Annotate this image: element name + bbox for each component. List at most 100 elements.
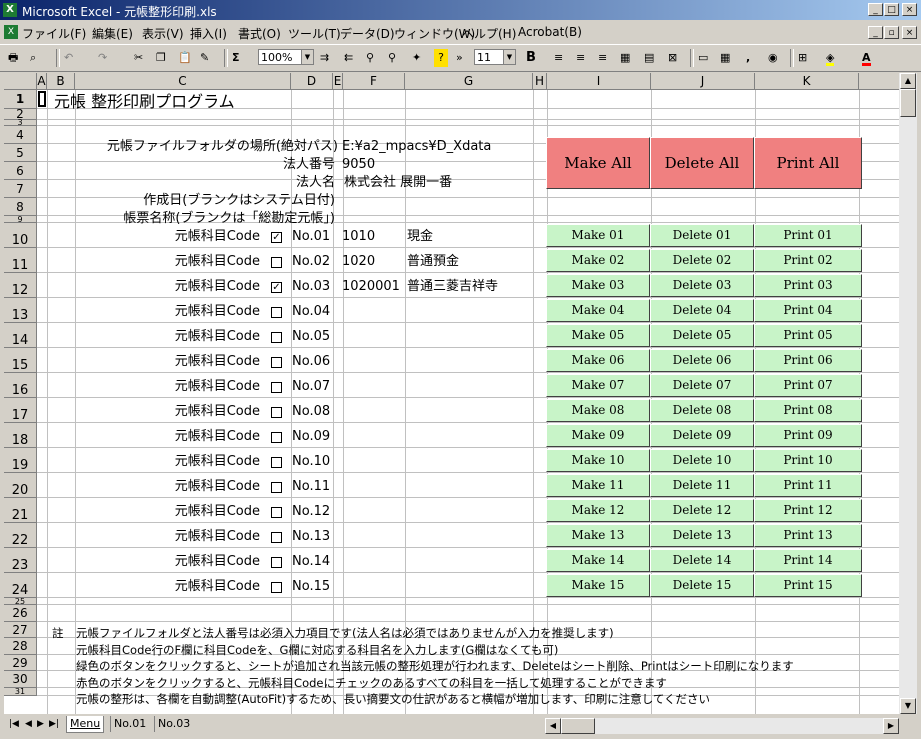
delete-all-button[interactable]: Delete All: [650, 137, 754, 189]
more-icon[interactable]: »: [456, 49, 463, 67]
delete-button[interactable]: Delete 05: [650, 324, 754, 347]
print-button[interactable]: Print 13: [754, 524, 862, 547]
row-header[interactable]: 17: [4, 398, 37, 423]
column-header[interactable]: J: [651, 73, 755, 90]
row-header[interactable]: 20: [4, 473, 37, 498]
worksheet-grid[interactable]: A B C D E F G H I J K L 1234567891011121…: [4, 73, 899, 714]
active-cell[interactable]: [38, 91, 46, 107]
menu-format[interactable]: 書式(O): [238, 25, 281, 42]
column-header[interactable]: B: [47, 73, 75, 90]
checkbox[interactable]: [271, 532, 282, 543]
borders-icon[interactable]: ⊞: [798, 49, 807, 67]
camera-icon[interactable]: ◉: [768, 49, 778, 67]
print-button[interactable]: Print 11: [754, 474, 862, 497]
column-header[interactable]: C: [75, 73, 291, 90]
align-left-icon[interactable]: ≡: [554, 49, 563, 67]
h-scroll-thumb[interactable]: [561, 718, 595, 734]
merge-center-icon[interactable]: ▦: [620, 49, 630, 67]
checkbox[interactable]: [271, 307, 282, 318]
chevron-down-icon[interactable]: ▼: [503, 50, 515, 64]
menu-insert[interactable]: 挿入(I): [190, 25, 227, 42]
column-header[interactable]: L: [859, 73, 899, 90]
horizontal-scrollbar[interactable]: ◀ ▶: [545, 718, 899, 734]
row-header[interactable]: 15: [4, 348, 37, 373]
delete-button[interactable]: Delete 03: [650, 274, 754, 297]
tab-first-icon[interactable]: |◀: [6, 716, 22, 732]
vertical-scrollbar[interactable]: ▲ ▼: [899, 73, 917, 714]
help-icon[interactable]: ?: [434, 49, 448, 67]
tab-menu[interactable]: Menu: [66, 716, 105, 733]
item-code[interactable]: 1010: [342, 229, 375, 245]
row-header[interactable]: 10: [4, 223, 37, 248]
delete-button[interactable]: Delete 01: [650, 224, 754, 247]
item-name[interactable]: 普通三菱吉祥寺: [407, 279, 498, 295]
scroll-up-icon[interactable]: ▲: [900, 73, 916, 89]
menu-help[interactable]: ヘルプ(H): [462, 25, 516, 42]
delete-button[interactable]: Delete 11: [650, 474, 754, 497]
column-header[interactable]: H: [533, 73, 547, 90]
checkbox[interactable]: [271, 432, 282, 443]
doc-restore-button[interactable]: ▫: [884, 26, 899, 39]
make-button[interactable]: Make 05: [546, 324, 650, 347]
print-button[interactable]: Print 07: [754, 374, 862, 397]
cut-icon[interactable]: ✂: [134, 49, 143, 67]
tab-last-icon[interactable]: ▶|: [46, 716, 62, 732]
print-button[interactable]: Print 03: [754, 274, 862, 297]
fit-icon[interactable]: ⊠: [668, 49, 677, 67]
checkbox[interactable]: [271, 557, 282, 568]
format-painter-icon[interactable]: ✎: [200, 49, 209, 67]
make-button[interactable]: Make 14: [546, 549, 650, 572]
checkbox[interactable]: [271, 482, 282, 493]
print-button[interactable]: Print 08: [754, 399, 862, 422]
checkbox[interactable]: [271, 457, 282, 468]
delete-button[interactable]: Delete 14: [650, 549, 754, 572]
print-button[interactable]: Print 06: [754, 349, 862, 372]
column-header[interactable]: F: [343, 73, 405, 90]
print-button[interactable]: Print 09: [754, 424, 862, 447]
tab-next-icon[interactable]: ▶: [34, 716, 47, 732]
column-header[interactable]: E: [333, 73, 343, 90]
autosum-icon[interactable]: Σ: [232, 49, 240, 67]
trace-precedents-icon[interactable]: ⚲: [366, 49, 374, 67]
print-button[interactable]: Print 14: [754, 549, 862, 572]
fill-color-icon[interactable]: ◈: [826, 49, 835, 66]
delete-button[interactable]: Delete 15: [650, 574, 754, 597]
make-button[interactable]: Make 07: [546, 374, 650, 397]
grid-icon[interactable]: ▤: [644, 49, 654, 67]
column-header[interactable]: A: [37, 73, 47, 90]
row-header[interactable]: 12: [4, 273, 37, 298]
make-button[interactable]: Make 11: [546, 474, 650, 497]
redo-icon[interactable]: ↷: [98, 49, 107, 67]
tab-no03[interactable]: No.03: [154, 716, 193, 732]
row-header[interactable]: 21: [4, 498, 37, 523]
menu-data[interactable]: データ(D): [340, 25, 395, 42]
delete-button[interactable]: Delete 12: [650, 499, 754, 522]
checkbox[interactable]: [271, 407, 282, 418]
print-button[interactable]: Print 05: [754, 324, 862, 347]
delete-button[interactable]: Delete 08: [650, 399, 754, 422]
paste-icon[interactable]: 📋: [178, 49, 192, 67]
make-button[interactable]: Make 02: [546, 249, 650, 272]
bold-button[interactable]: B: [526, 49, 536, 67]
row-header[interactable]: 30: [4, 671, 37, 688]
row-header[interactable]: 26: [4, 605, 37, 622]
delete-button[interactable]: Delete 06: [650, 349, 754, 372]
make-button[interactable]: Make 06: [546, 349, 650, 372]
preview-icon[interactable]: ⌕: [30, 49, 36, 67]
delete-button[interactable]: Delete 07: [650, 374, 754, 397]
doc-minimize-button[interactable]: _: [868, 26, 883, 39]
folder-value[interactable]: E:¥a2_mpacs¥D_Xdata: [342, 139, 491, 155]
make-button[interactable]: Make 04: [546, 299, 650, 322]
print-button[interactable]: Print 01: [754, 224, 862, 247]
make-button[interactable]: Make 08: [546, 399, 650, 422]
scroll-thumb[interactable]: [900, 89, 916, 117]
delete-button[interactable]: Delete 13: [650, 524, 754, 547]
print-button[interactable]: Print 12: [754, 499, 862, 522]
item-name[interactable]: 現金: [407, 229, 433, 245]
print-button[interactable]: Print 02: [754, 249, 862, 272]
checkbox[interactable]: [271, 357, 282, 368]
row-header[interactable]: 31: [4, 688, 37, 696]
menu-file[interactable]: ファイル(F): [22, 25, 86, 42]
close-button[interactable]: ×: [902, 3, 917, 16]
column-header[interactable]: D: [291, 73, 333, 90]
